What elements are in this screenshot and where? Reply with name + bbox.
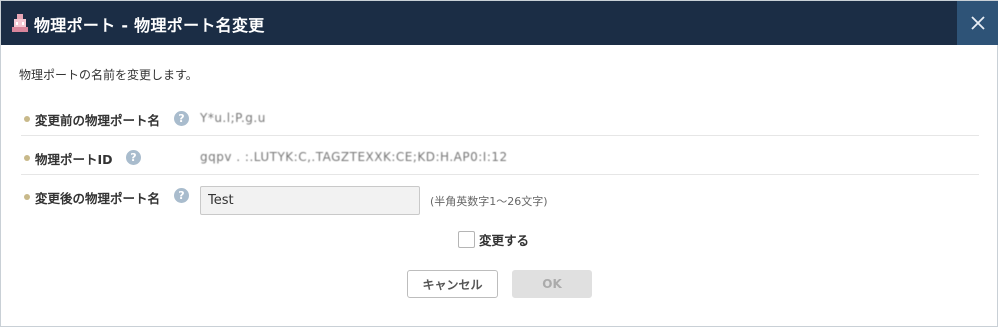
help-icon[interactable]: ? [126,150,141,165]
old-name-row: 変更前の物理ポート名 ? Y*u.l;P.g.u [21,98,979,136]
help-icon[interactable]: ? [174,111,189,126]
confirm-change-checkbox[interactable] [458,231,475,248]
help-icon[interactable]: ? [174,188,189,203]
dialog-description: 物理ポートの名前を変更します。 [19,68,198,82]
port-icon [12,14,28,32]
rename-port-dialog: 物理ポート - 物理ポート名変更 物理ポートの名前を変更します。 変更前の物理ポ… [0,0,998,327]
confirm-change-label[interactable]: 変更する [479,230,529,249]
dialog-titlebar: 物理ポート - 物理ポート名変更 [1,1,998,45]
port-id-value: gqpv . :.LUTYK:C,.TAGZTEXXK:CE;KD:H.AP0:… [200,150,508,164]
close-button[interactable] [957,1,998,45]
old-name-label: 変更前の物理ポート名 [35,113,161,128]
cancel-button[interactable]: キャンセル [407,270,498,298]
new-name-hint: (半角英数字1～26文字) [430,195,548,208]
old-name-value: Y*u.l;P.g.u [200,111,266,125]
port-id-label: 物理ポートID [35,152,113,167]
close-icon [971,16,985,30]
bullet-icon [24,155,30,161]
bullet-icon [24,194,30,200]
bullet-icon [24,116,30,122]
new-name-label: 変更後の物理ポート名 [35,191,161,206]
port-id-row: 物理ポートID ? gqpv . :.LUTYK:C,.TAGZTEXXK:CE… [21,136,979,175]
dialog-title: 物理ポート - 物理ポート名変更 [34,16,265,35]
new-name-input[interactable] [200,186,420,215]
ok-button[interactable]: OK [512,270,592,298]
